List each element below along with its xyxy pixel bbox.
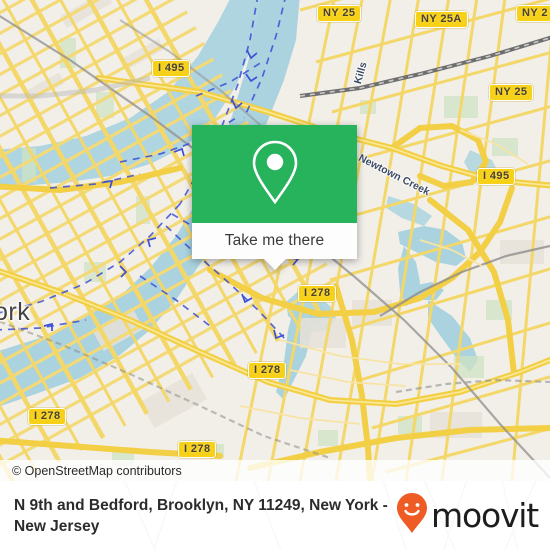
route-shield-ny2-clipped[interactable]: NY 2 <box>516 5 550 22</box>
route-shield-i495-east[interactable]: I 495 <box>477 168 516 185</box>
moovit-logo[interactable]: moovit <box>396 492 539 539</box>
moovit-smiley-pin-icon <box>396 492 428 539</box>
route-shield-i495-west[interactable]: I 495 <box>152 60 191 77</box>
take-me-there-button[interactable]: Take me there <box>192 223 357 259</box>
map-attribution-bar: © OpenStreetMap contributors <box>0 460 550 481</box>
route-shield-i278-c[interactable]: I 278 <box>28 408 67 425</box>
footer-bar: N 9th and Bedford, Brooklyn, NY 11249, N… <box>0 481 550 550</box>
location-popup[interactable]: Take me there <box>192 125 357 270</box>
location-pin-icon <box>250 139 300 210</box>
moovit-map-page: ork Kills Newtown Creek NY 25 NY 25A NY … <box>0 0 550 550</box>
openstreetmap-attribution-text[interactable]: © OpenStreetMap contributors <box>12 464 182 478</box>
location-title: N 9th and Bedford, Brooklyn, NY 11249, N… <box>14 496 388 535</box>
route-shield-ny25a[interactable]: NY 25A <box>415 11 468 28</box>
moovit-wordmark: moovit <box>431 496 539 535</box>
popup-image-panel <box>192 125 357 223</box>
route-shield-i278-b[interactable]: I 278 <box>248 362 287 379</box>
route-shield-ny25-north[interactable]: NY 25 <box>317 5 362 22</box>
popup-pointer-tail <box>264 259 286 270</box>
route-shield-i278-a[interactable]: I 278 <box>298 285 337 302</box>
route-shield-ny25-east[interactable]: NY 25 <box>489 84 534 101</box>
map-canvas[interactable]: ork Kills Newtown Creek NY 25 NY 25A NY … <box>0 0 550 481</box>
route-shield-i278-d[interactable]: I 278 <box>178 441 217 458</box>
